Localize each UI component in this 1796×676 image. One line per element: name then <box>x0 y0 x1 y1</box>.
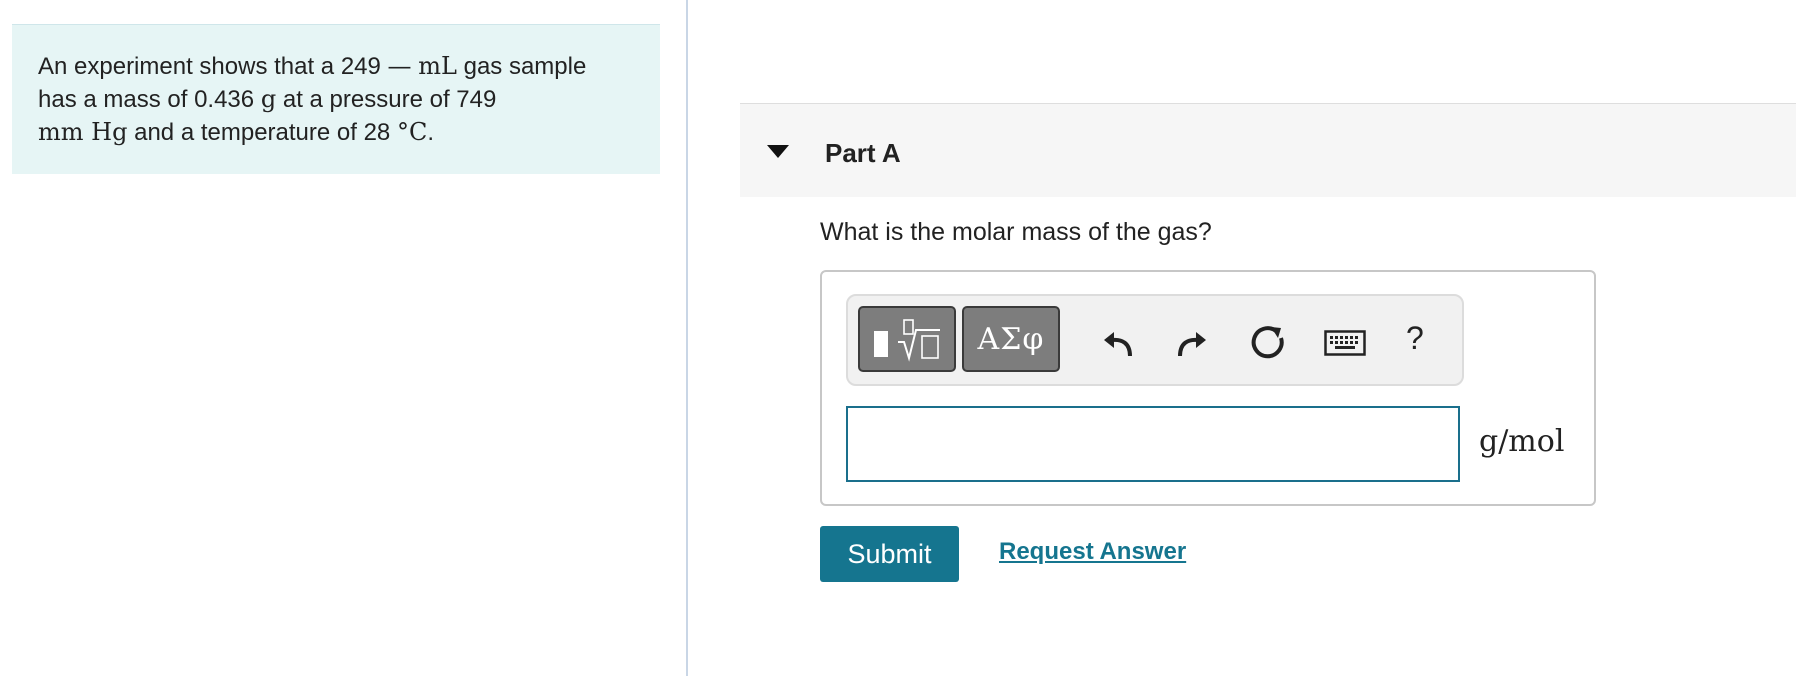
problem-line-1: An experiment shows that a 249 — mL gas … <box>38 50 634 83</box>
problem-math-unit: °C <box>396 118 428 146</box>
problem-math-unit: g <box>260 85 277 113</box>
problem-math-dash: — <box>387 52 412 80</box>
answer-box: ΑΣφ ? g/mol <box>820 270 1596 506</box>
keyboard-icon[interactable] <box>1324 330 1366 356</box>
symbols-button[interactable]: ΑΣφ <box>962 306 1060 372</box>
problem-statement: An experiment shows that a 249 — mL gas … <box>12 24 660 174</box>
part-title: Part A <box>825 138 901 168</box>
problem-text: at a pressure of 749 <box>282 86 497 113</box>
part-header[interactable]: Part A <box>740 103 1796 197</box>
math-toolbar: ΑΣφ ? <box>846 294 1464 386</box>
templates-icon <box>874 319 940 362</box>
request-answer-link[interactable]: Request Answer <box>999 538 1186 566</box>
panel-divider <box>686 0 688 676</box>
reset-icon[interactable] <box>1248 322 1288 362</box>
question-text: What is the molar mass of the gas? <box>820 218 1212 246</box>
problem-text: An experiment shows that a 249 <box>38 53 381 80</box>
problem-text: gas sample <box>463 53 587 80</box>
problem-line-2: has a mass of 0.436 g at a pressure of 7… <box>38 83 634 116</box>
problem-text: has a mass of 0.436 <box>38 86 255 113</box>
problem-math-unit: mL <box>418 52 457 80</box>
submit-button[interactable]: Submit <box>820 526 959 582</box>
templates-button[interactable] <box>858 306 956 372</box>
problem-line-3: mm Hg and a temperature of 28 °C. <box>38 116 634 149</box>
help-button[interactable]: ? <box>1406 320 1424 357</box>
redo-icon[interactable] <box>1174 324 1210 360</box>
problem-math-unit: mm Hg <box>38 118 128 146</box>
undo-icon[interactable] <box>1100 324 1136 360</box>
problem-text: . <box>427 119 434 146</box>
collapse-triangle-icon[interactable] <box>767 145 789 158</box>
problem-text: and a temperature of 28 <box>134 119 391 146</box>
unit-label: g/mol <box>1479 424 1565 459</box>
answer-input[interactable] <box>846 406 1460 482</box>
